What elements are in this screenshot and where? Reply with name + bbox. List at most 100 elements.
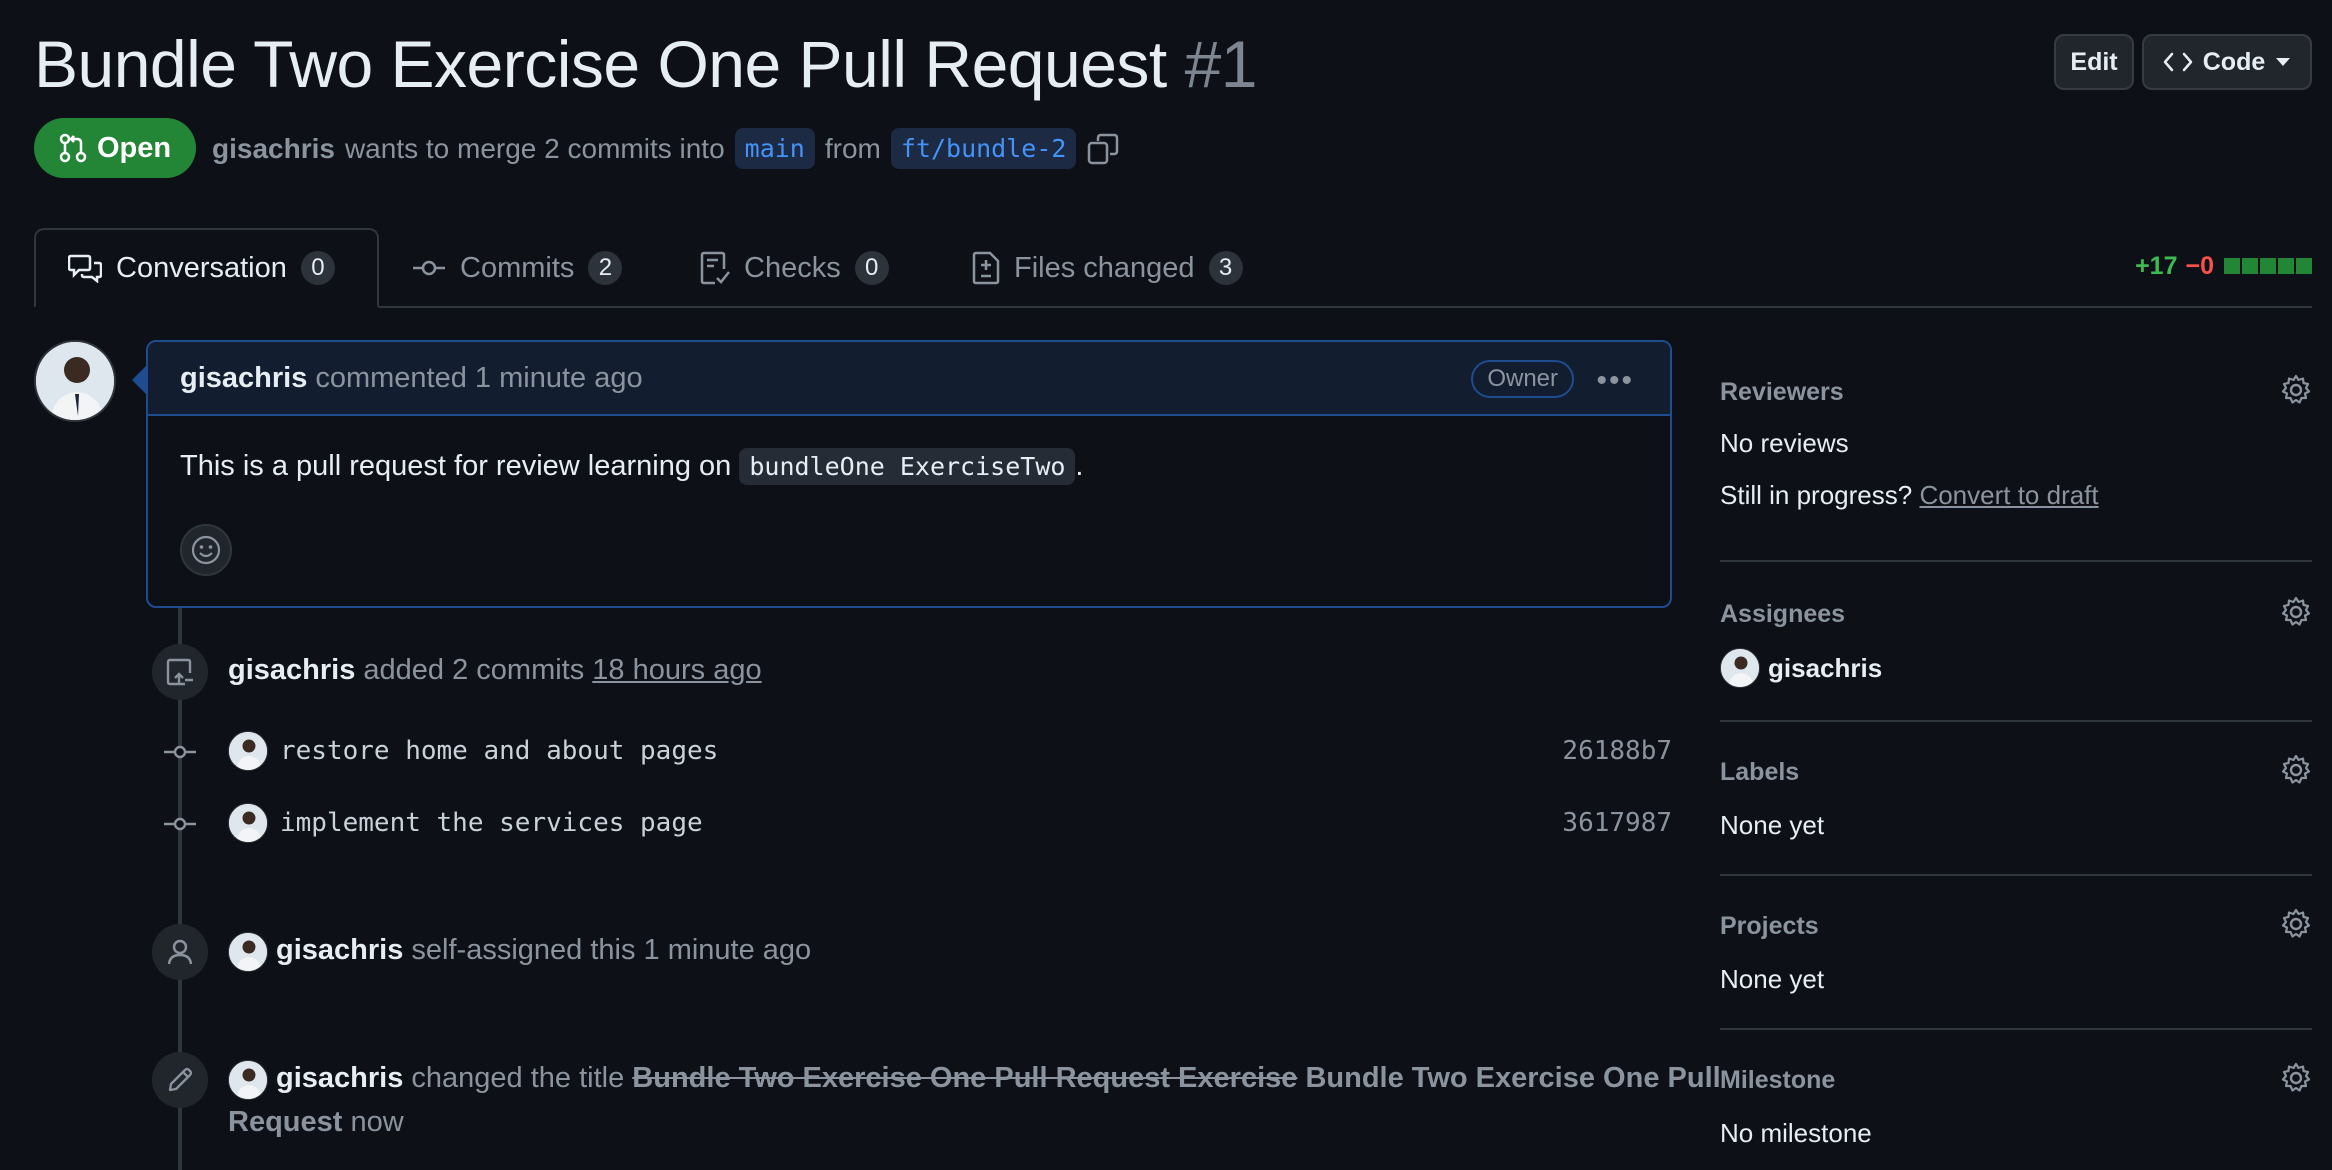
gear-icon[interactable]: [2280, 1062, 2312, 1094]
draft-prompt: Still in progress?: [1720, 480, 1913, 510]
deletions-count: −0: [2185, 252, 2214, 280]
sidebar-divider: [1720, 560, 2312, 562]
from-text: from: [824, 132, 881, 164]
code-button-label: Code: [2202, 47, 2266, 76]
gear-icon[interactable]: [2280, 374, 2312, 406]
git-commit-icon: [164, 745, 196, 759]
event-author[interactable]: gisachris: [276, 934, 403, 966]
avatar-image: [229, 933, 267, 971]
tab-commits[interactable]: Commits 2: [380, 228, 654, 308]
event-time: now: [350, 1106, 404, 1138]
assign-event-badge: [152, 924, 208, 980]
merge-text: wants to merge 2 commits into: [344, 132, 725, 164]
edit-button[interactable]: Edit: [2054, 34, 2134, 90]
draft-row: Still in progress? Convert to draft: [1720, 480, 2099, 511]
commit-sha-link[interactable]: 26188b7: [1562, 736, 1672, 766]
labels-heading[interactable]: Labels: [1720, 758, 1799, 787]
tab-counter: 2: [588, 251, 623, 285]
avatar-image: [1721, 649, 1759, 687]
avatar-image: [229, 804, 267, 842]
edit-button-label: Edit: [2070, 47, 2118, 76]
assign-event-text: gisachris self-assigned this 1 minute ag…: [276, 934, 811, 967]
assignee-link[interactable]: gisachris: [1768, 653, 1882, 684]
event-time-link[interactable]: 18 hours ago: [592, 654, 761, 686]
event-author[interactable]: gisachris: [228, 654, 355, 686]
old-title: Bundle Two Exercise One Pull Request Exe…: [632, 1062, 1298, 1094]
new-title-line1: Bundle Two Exercise One Pull: [1305, 1062, 1721, 1094]
diffstat: +17 −0: [2135, 252, 2312, 281]
checklist-icon: [700, 251, 730, 285]
tab-label: Checks: [744, 251, 841, 284]
avatar[interactable]: [1720, 648, 1760, 688]
code-button[interactable]: Code: [2142, 34, 2312, 90]
tab-files-changed[interactable]: Files changed 3: [940, 228, 1275, 308]
avatar[interactable]: [228, 1060, 268, 1100]
head-branch[interactable]: ft/bundle-2: [890, 128, 1077, 169]
comment-suffix: .: [1075, 450, 1084, 482]
pencil-icon: [168, 1067, 193, 1092]
page-title: Bundle Two Exercise One Pull Request #1: [34, 26, 1258, 102]
comment-header: gisachris commented 1 minute ago: [148, 342, 1670, 416]
avatar[interactable]: [34, 340, 116, 422]
comment-action: commented 1 minute ago: [315, 361, 643, 394]
pull-request-icon: [59, 133, 87, 163]
pr-description-comment: gisachris commented 1 minute ago Owner •…: [146, 340, 1672, 608]
milestone-heading[interactable]: Milestone: [1720, 1066, 1835, 1095]
file-diff-icon: [972, 251, 1000, 285]
tab-counter: 3: [1208, 251, 1243, 285]
tab-label: Conversation: [116, 251, 287, 284]
tab-checks[interactable]: Checks 0: [668, 228, 921, 308]
avatar[interactable]: [228, 803, 268, 843]
additions-count: +17: [2135, 252, 2178, 280]
projects-value: None yet: [1720, 964, 1825, 994]
repo-push-event-badge: [152, 644, 208, 700]
gear-icon[interactable]: [2280, 908, 2312, 940]
convert-to-draft-link[interactable]: Convert to draft: [1919, 480, 2098, 510]
base-branch[interactable]: main: [734, 128, 815, 169]
comment-caret: [132, 366, 146, 394]
tab-conversation[interactable]: Conversation 0: [34, 228, 379, 308]
add-reaction-button[interactable]: [180, 524, 232, 576]
comment-discussion-icon: [68, 254, 102, 283]
avatar[interactable]: [228, 932, 268, 972]
copy-icon[interactable]: [1086, 132, 1120, 166]
labels-value: None yet: [1720, 810, 1825, 840]
git-commit-icon: [164, 817, 196, 831]
avatar-image: [36, 342, 114, 420]
commit-message-link[interactable]: implement the services page: [280, 808, 703, 838]
avatar-image: [229, 1061, 267, 1099]
event-action: added 2 commits: [363, 654, 585, 686]
pr-meta: gisachris wants to merge 2 commits into …: [212, 128, 1120, 169]
comment-body: This is a pull request for review learni…: [148, 416, 1670, 485]
tab-label: Files changed: [1014, 251, 1195, 284]
milestone-value: No milestone: [1720, 1118, 1872, 1148]
reviewers-heading[interactable]: Reviewers: [1720, 378, 1844, 407]
pr-number: #1: [1184, 27, 1258, 101]
pr-title-text: Bundle Two Exercise One Pull Request: [34, 27, 1167, 101]
smiley-icon: [191, 535, 221, 565]
author-link[interactable]: gisachris: [212, 133, 335, 165]
event-author[interactable]: gisachris: [276, 1062, 403, 1094]
code-icon: [2163, 52, 2192, 72]
avatar[interactable]: [228, 731, 268, 771]
gear-icon[interactable]: [2280, 754, 2312, 786]
assignees-heading[interactable]: Assignees: [1720, 600, 1845, 629]
tab-label: Commits: [460, 251, 575, 284]
commit-message-link[interactable]: restore home and about pages: [280, 736, 718, 766]
tab-counter: 0: [854, 251, 889, 285]
sidebar-divider: [1720, 874, 2312, 876]
gear-icon[interactable]: [2280, 596, 2312, 628]
diffstat-bar: [2222, 252, 2312, 281]
rename-event-badge: [152, 1052, 208, 1108]
owner-badge: Owner: [1471, 360, 1574, 398]
comment-code: bundleOne ExerciseTwo: [739, 448, 1076, 485]
more-options-icon[interactable]: •••: [1596, 364, 1634, 398]
sidebar-divider: [1720, 720, 2312, 722]
commit-sha-link[interactable]: 3617987: [1562, 808, 1672, 838]
projects-heading[interactable]: Projects: [1720, 912, 1819, 941]
comment-author[interactable]: gisachris: [180, 362, 307, 395]
event-action: self-assigned this 1 minute ago: [411, 934, 812, 966]
status-badge: Open: [34, 118, 196, 178]
repo-push-icon: [166, 658, 193, 686]
git-commit-icon: [413, 260, 445, 276]
